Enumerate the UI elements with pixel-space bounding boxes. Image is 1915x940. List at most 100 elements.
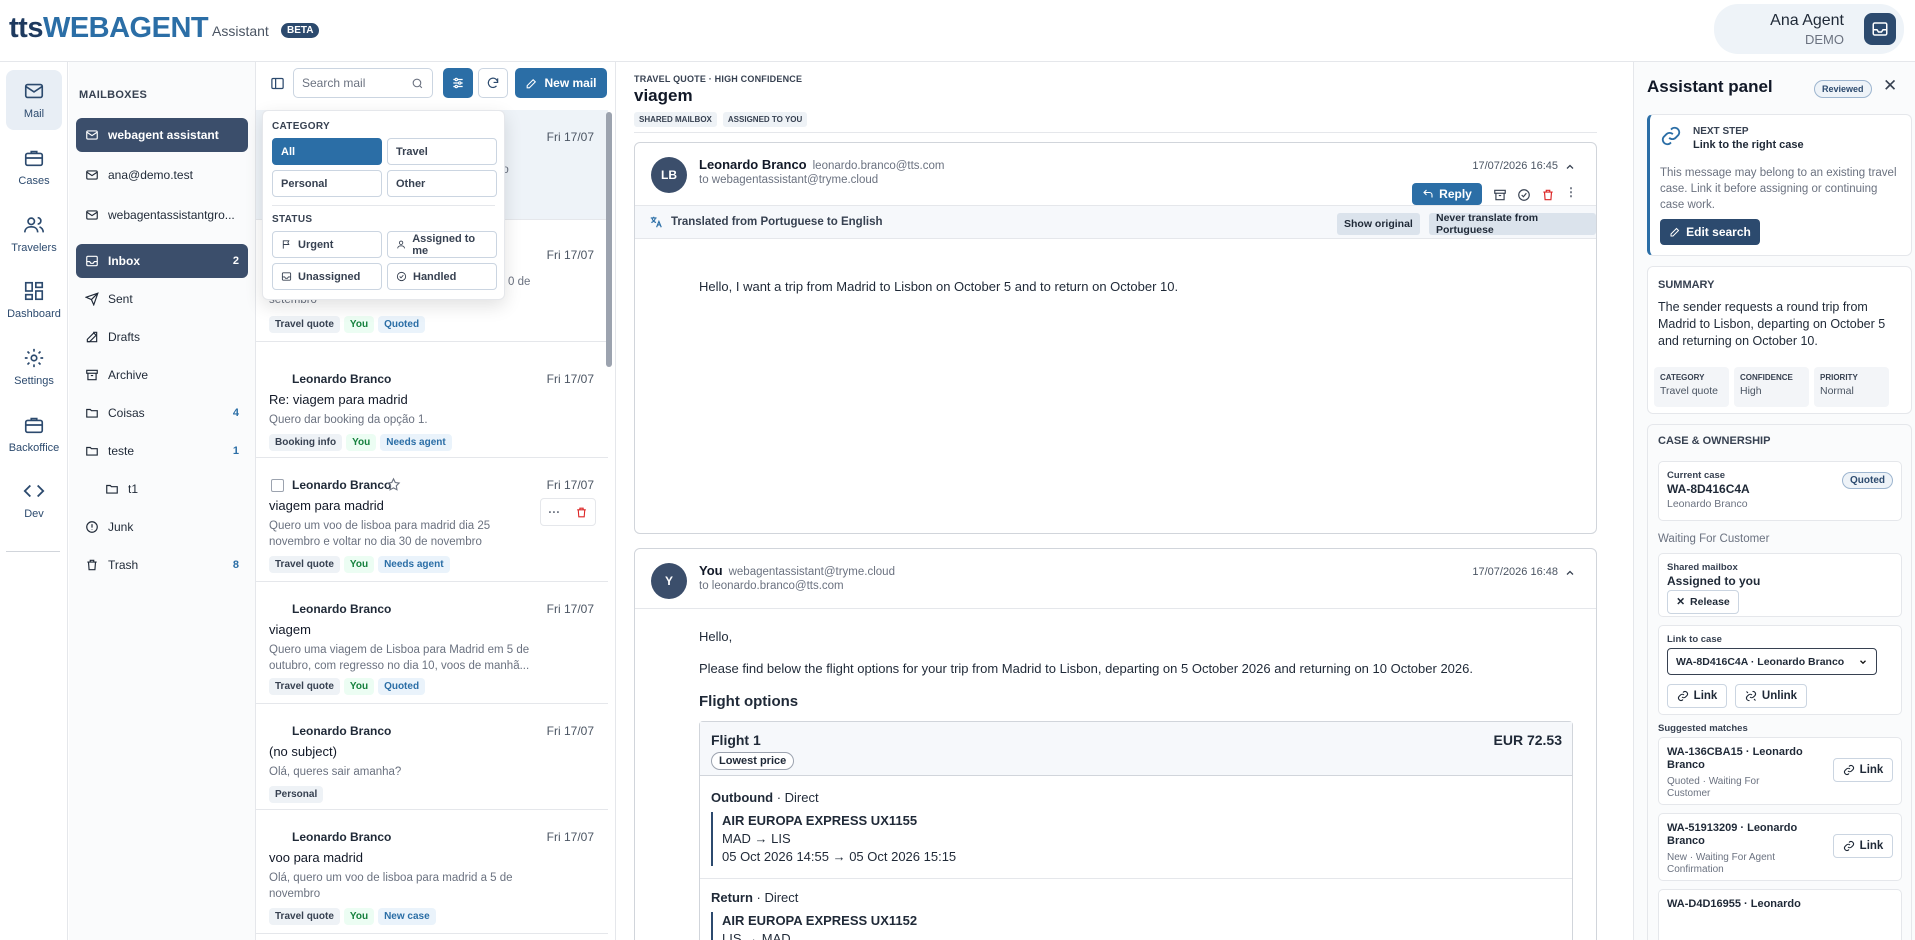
unlink-button[interactable]: Unlink	[1735, 684, 1807, 708]
reply-button[interactable]: Reply	[1412, 183, 1482, 205]
filter-category-personal[interactable]: Personal	[272, 170, 382, 197]
thread-badges: SHARED MAILBOX ASSIGNED TO YOU	[634, 112, 808, 127]
filter-status-urgent[interactable]: Urgent	[272, 231, 382, 258]
list-item[interactable]: Leonardo Branco Fri 17/07 (no subject) O…	[256, 704, 608, 810]
list-item-preview: no	[496, 162, 556, 178]
filter-category-heading: CATEGORY	[272, 121, 330, 132]
folder-junk[interactable]: Junk	[76, 510, 248, 544]
show-original-button[interactable]: Show original	[1337, 213, 1420, 235]
rail-label: Travelers	[11, 242, 57, 254]
folder-trash[interactable]: Trash 8	[76, 548, 248, 582]
user-menu[interactable]: Ana Agent DEMO	[1714, 4, 1904, 54]
filter-category-all[interactable]: All	[272, 138, 382, 165]
gear-icon	[24, 348, 44, 368]
never-translate-button[interactable]: Never translate from Portuguese	[1429, 212, 1596, 236]
select-checkbox[interactable]	[271, 479, 284, 492]
rail-mail[interactable]: Mail	[6, 70, 62, 130]
rail-label: Dashboard	[7, 308, 61, 320]
list-item-tags: Booking info You Needs agent	[269, 434, 452, 451]
release-button[interactable]: ✕ Release	[1667, 590, 1739, 614]
meta-category: CATEGORY Travel quote	[1654, 367, 1729, 407]
compose-icon	[527, 78, 537, 88]
filter-status-unassigned[interactable]: Unassigned	[272, 263, 382, 290]
mailbox-account-ana[interactable]: ana@demo.test	[76, 158, 248, 192]
mailbox-icon[interactable]	[1864, 13, 1896, 45]
edit-search-button[interactable]: Edit search	[1660, 219, 1760, 245]
folder-sent[interactable]: Sent	[76, 282, 248, 316]
current-case-id[interactable]: WA-8D416C4A	[1667, 482, 1750, 496]
chevron-up-icon[interactable]	[1564, 161, 1576, 173]
refresh-button[interactable]	[478, 68, 508, 98]
message-card: LB Leonardo Branco leonardo.branco@tts.co…	[634, 142, 1597, 534]
list-item[interactable]: Leonardo Branco Fri 17/07 viagem Quero u…	[256, 582, 608, 704]
reviewed-badge: Reviewed	[1814, 80, 1872, 98]
mailbox-account-webagent[interactable]: webagent assistant	[76, 118, 248, 152]
return-route: LIS → MAD	[722, 931, 791, 940]
list-item-preview: Quero uma viagem de Lisboa para Madrid e…	[269, 644, 530, 672]
list-scrollbar[interactable]	[606, 112, 612, 367]
tag: Travel quote	[269, 316, 340, 333]
rail-cases[interactable]: Cases	[6, 137, 62, 197]
trash-icon[interactable]	[1541, 188, 1555, 202]
rail-label: Mail	[23, 108, 45, 120]
search-input[interactable]: Search mail	[293, 68, 433, 98]
link-button[interactable]: Link	[1667, 684, 1727, 708]
translation-bar: Translated from Portuguese to English Sh…	[635, 205, 1596, 239]
sender-name: You	[699, 563, 723, 578]
list-item[interactable]: Leonardo Branco Fri 17/07 Re: viagem par…	[256, 352, 608, 458]
folder-t1[interactable]: t1	[96, 472, 248, 506]
list-item[interactable]: Leonardo Branco Fri 17/07 viagem para ma…	[256, 458, 608, 582]
more-icon[interactable]: ···	[548, 505, 560, 519]
list-item[interactable]: Leonardo Branco Fri 17/07 voo para madri…	[256, 810, 608, 934]
mail-icon	[86, 130, 98, 140]
case-select[interactable]: WA-8D416C4A · Leonardo Branco	[1667, 648, 1877, 675]
folder-teste[interactable]: teste 1	[76, 434, 248, 468]
folder-label: Archive	[108, 368, 149, 382]
folder-drafts[interactable]: Drafts	[76, 320, 248, 354]
folder-inbox[interactable]: Inbox 2	[76, 244, 248, 278]
thread-kicker: TRAVEL QUOTE · HIGH CONFIDENCE	[634, 74, 803, 84]
return-type: Direct	[764, 890, 799, 905]
folder-coisas[interactable]: Coisas 4	[76, 396, 248, 430]
case-select-value: WA-8D416C4A · Leonardo Branco	[1676, 655, 1845, 668]
meta-value: Travel quote	[1660, 385, 1718, 397]
filter-status-assigned[interactable]: Assigned to me	[387, 231, 497, 258]
next-step-card: NEXT STEP Link to the right case This me…	[1647, 114, 1912, 256]
close-icon[interactable]: ✕	[1883, 76, 1897, 96]
draft-icon	[86, 331, 98, 343]
more-vertical-icon[interactable]: ⋮	[1565, 185, 1577, 199]
filter-category-travel[interactable]: Travel	[387, 138, 497, 165]
rail-dev[interactable]: Dev	[6, 470, 62, 530]
archive-icon[interactable]	[1493, 188, 1507, 202]
inbox-icon	[281, 272, 292, 281]
rail-dashboard[interactable]: Dashboard	[6, 270, 62, 330]
link-icon	[1843, 840, 1854, 852]
segment-divider	[700, 878, 1572, 879]
mailbox-account-group[interactable]: webagentassistantgro...	[76, 198, 248, 232]
search-placeholder: Search mail	[302, 76, 366, 90]
rail-travelers[interactable]: Travelers	[6, 204, 62, 264]
new-mail-button[interactable]: New mail	[515, 68, 607, 98]
rail-backoffice[interactable]: Backoffice	[6, 404, 62, 464]
reply-icon	[1423, 189, 1433, 198]
rail-settings[interactable]: Settings	[6, 337, 62, 397]
meta-label: PRIORITY	[1820, 373, 1858, 382]
filter-category-other[interactable]: Other	[387, 170, 497, 197]
chevron-up-icon[interactable]	[1564, 567, 1576, 579]
trash-icon[interactable]	[575, 506, 588, 519]
list-item-preview: Quero um voo de lisboa para madrid dia 2…	[269, 520, 491, 548]
app-logo[interactable]: ttsWEBAGENT	[9, 12, 209, 45]
check-circle-icon[interactable]	[1517, 188, 1531, 202]
summary-card: SUMMARY The sender requests a round trip…	[1647, 266, 1912, 414]
toggle-sidebar-button[interactable]	[262, 68, 292, 98]
star-icon[interactable]	[386, 477, 401, 492]
suggestion-link-button[interactable]: Link	[1833, 758, 1893, 782]
filter-button[interactable]	[443, 68, 473, 98]
next-step-label: NEXT STEP	[1693, 126, 1749, 137]
meta-label: CATEGORY	[1660, 373, 1705, 382]
folder-archive[interactable]: Archive	[76, 358, 248, 392]
suggestion-link-button[interactable]: Link	[1833, 834, 1893, 858]
beta-badge: BETA	[281, 23, 320, 38]
filter-status-handled[interactable]: Handled	[387, 263, 497, 290]
list-item-date: Fri 17/07	[546, 372, 594, 386]
